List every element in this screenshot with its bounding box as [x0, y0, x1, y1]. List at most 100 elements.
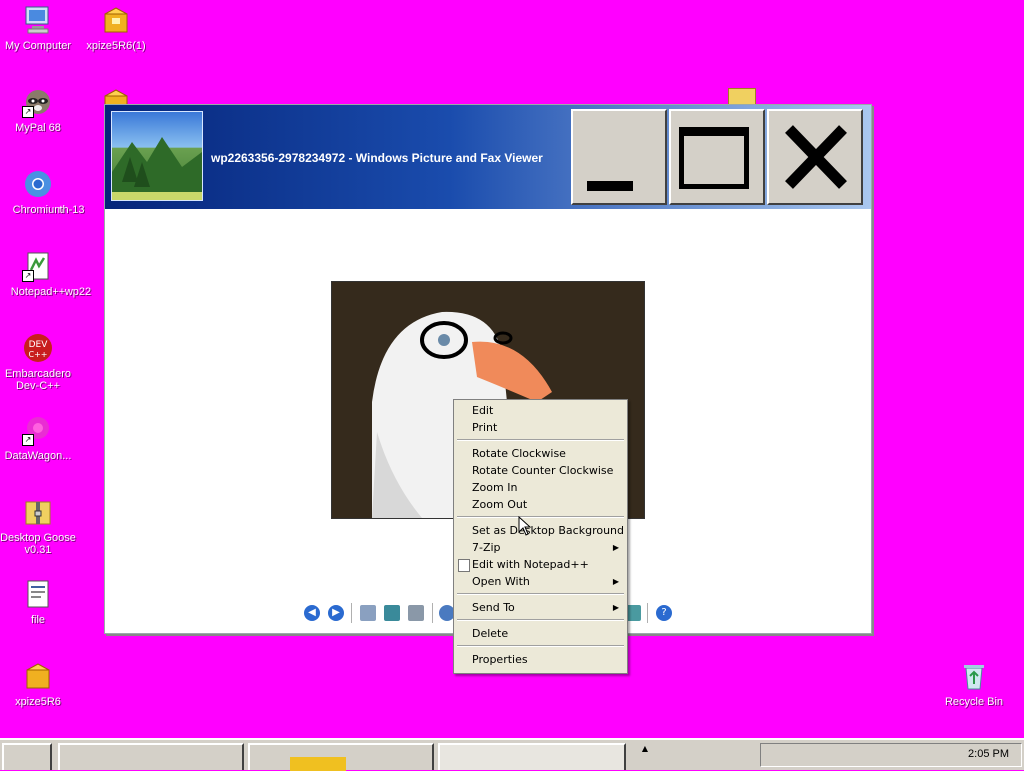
menu-separator: [457, 439, 624, 441]
menu-item-label: 7-Zip: [472, 541, 501, 554]
svg-text:DEV: DEV: [29, 340, 49, 350]
clock[interactable]: 2:05 PM: [968, 748, 1009, 760]
desktop-icon-mypal[interactable]: ↗ MyPal 68: [0, 86, 78, 134]
menu-item-print[interactable]: Print: [454, 419, 627, 436]
desktop-icon-my-computer[interactable]: My Computer: [0, 4, 78, 52]
menu-item-open-with[interactable]: Open With ▶: [454, 573, 627, 590]
menu-item-label: Edit: [472, 404, 494, 417]
menu-item-label: Delete: [472, 627, 509, 640]
menu-separator: [457, 645, 624, 647]
quicklaunch-area[interactable]: [684, 750, 744, 764]
title-bar[interactable]: wp2263356-2978234972 - Windows Picture a…: [105, 105, 871, 209]
start-button[interactable]: [2, 743, 52, 770]
menu-item-set-desktop-background[interactable]: Set as Desktop Background: [454, 522, 627, 539]
previous-image-icon[interactable]: ◀: [304, 605, 320, 621]
close-button[interactable]: [767, 109, 863, 205]
desktop-icon-label: My Computer: [4, 40, 72, 52]
notepadpp-small-icon: [458, 559, 470, 572]
minimize-button[interactable]: [571, 109, 667, 205]
desktop-icon-label: th-13: [59, 204, 85, 216]
menu-separator: [457, 619, 624, 621]
close-icon: [785, 125, 847, 189]
menu-item-rotate-clockwise[interactable]: Rotate Clockwise: [454, 445, 627, 462]
menu-item-label: Properties: [472, 653, 528, 666]
desktop-icon-desktop-goose[interactable]: Desktop Goose v0.31: [0, 496, 78, 556]
desktop-icon-label: xpize5R6: [15, 696, 61, 708]
desktop-icon-label: Recycle Bin: [944, 696, 1004, 708]
window-title: wp2263356-2978234972 - Windows Picture a…: [211, 151, 543, 165]
desktop-icon-label: MyPal 68: [15, 122, 61, 134]
toolbar-separator: [351, 603, 352, 623]
menu-item-label: Rotate Clockwise: [472, 447, 566, 460]
system-tray: 2:05 PM: [760, 743, 1022, 767]
menu-item-7zip[interactable]: 7-Zip ▶: [454, 539, 627, 556]
menu-item-delete[interactable]: Delete: [454, 625, 627, 642]
menu-item-properties[interactable]: Properties: [454, 651, 627, 668]
desktop-icon-xpize5r6[interactable]: xpize5R6: [0, 660, 78, 708]
raccoon-browser-icon: ↗: [22, 86, 54, 118]
desktop-icon-th13[interactable]: th-13: [52, 168, 92, 216]
text-file-icon: [22, 578, 54, 610]
my-computer-icon: [22, 4, 54, 36]
desktop-icon-recycle-bin[interactable]: Recycle Bin: [934, 660, 1014, 708]
picture-viewer-app-icon: [111, 111, 203, 201]
submenu-arrow-icon: ▶: [612, 543, 619, 552]
slideshow-icon[interactable]: [408, 605, 424, 621]
desktop-icon-label: wp22: [64, 286, 92, 298]
desktop-icon-label: DataWagon...: [4, 450, 72, 462]
mouse-cursor-icon: [518, 516, 532, 536]
desktop-icon-wp22[interactable]: wp22: [58, 250, 98, 298]
maximize-button[interactable]: [669, 109, 765, 205]
menu-item-label: Rotate Counter Clockwise: [472, 464, 614, 477]
folder-icon: [290, 757, 346, 771]
svg-text:C++: C++: [29, 350, 48, 359]
menu-item-edit[interactable]: Edit: [454, 402, 627, 419]
menu-item-edit-with-notepadpp[interactable]: Edit with Notepad++: [454, 556, 627, 573]
desktop-icon-datawagon[interactable]: ↗ DataWagon...: [0, 414, 78, 462]
menu-item-label: Zoom Out: [472, 498, 528, 511]
taskbar-scroll-up-icon[interactable]: ▲: [638, 744, 652, 756]
toolbar-separator: [432, 603, 433, 623]
maximize-icon: [679, 127, 749, 189]
best-fit-icon[interactable]: [360, 605, 376, 621]
datawagon-icon: ↗: [22, 414, 54, 446]
menu-item-rotate-counter-clockwise[interactable]: Rotate Counter Clockwise: [454, 462, 627, 479]
actual-size-icon[interactable]: [384, 605, 400, 621]
menu-separator: [457, 516, 624, 518]
menu-item-label: Set as Desktop Background: [472, 524, 625, 537]
menu-item-zoom-in[interactable]: Zoom In: [454, 479, 627, 496]
taskbar-button-active[interactable]: [438, 743, 626, 770]
desktop-icon-devcpp[interactable]: DEV C++ Embarcadero Dev-C++: [0, 332, 78, 392]
taskbar: ▲ 2:05 PM: [0, 738, 1024, 771]
devcpp-icon: DEV C++: [22, 332, 54, 364]
installer-box-icon: [22, 660, 54, 692]
menu-item-zoom-out[interactable]: Zoom Out: [454, 496, 627, 513]
next-image-icon[interactable]: ▶: [328, 605, 344, 621]
zip-folder-icon: [22, 496, 54, 528]
menu-item-label: Edit with Notepad++: [472, 558, 589, 571]
notepadpp-icon: ↗: [22, 250, 54, 282]
context-menu: Edit Print Rotate Clockwise Rotate Count…: [453, 399, 628, 674]
menu-item-send-to[interactable]: Send To ▶: [454, 599, 627, 616]
submenu-arrow-icon: ▶: [612, 603, 619, 612]
menu-separator: [457, 593, 624, 595]
desktop-icon-file[interactable]: file: [0, 578, 78, 626]
menu-item-label: Print: [472, 421, 498, 434]
taskbar-button[interactable]: [248, 743, 434, 771]
menu-item-label: Open With: [472, 575, 530, 588]
toolbar-separator: [647, 603, 648, 623]
desktop-icon-label: file: [30, 614, 46, 626]
minimize-icon: [587, 181, 633, 191]
installer-box-icon: [100, 4, 132, 36]
desktop-icon-label: xpize5R6(1): [86, 40, 146, 52]
chromium-icon: [22, 168, 54, 200]
desktop-icon-label: Embarcadero Dev-C++: [4, 368, 72, 392]
desktop-icon-xpize5r6-1[interactable]: xpize5R6(1): [76, 4, 156, 52]
taskbar-button[interactable]: [58, 743, 244, 770]
recycle-bin-icon: [958, 660, 990, 692]
desktop-icon-label: Desktop Goose v0.31: [0, 532, 76, 556]
help-icon[interactable]: ?: [656, 605, 672, 621]
menu-item-label: Send To: [472, 601, 515, 614]
menu-item-label: Zoom In: [472, 481, 518, 494]
submenu-arrow-icon: ▶: [612, 577, 619, 586]
